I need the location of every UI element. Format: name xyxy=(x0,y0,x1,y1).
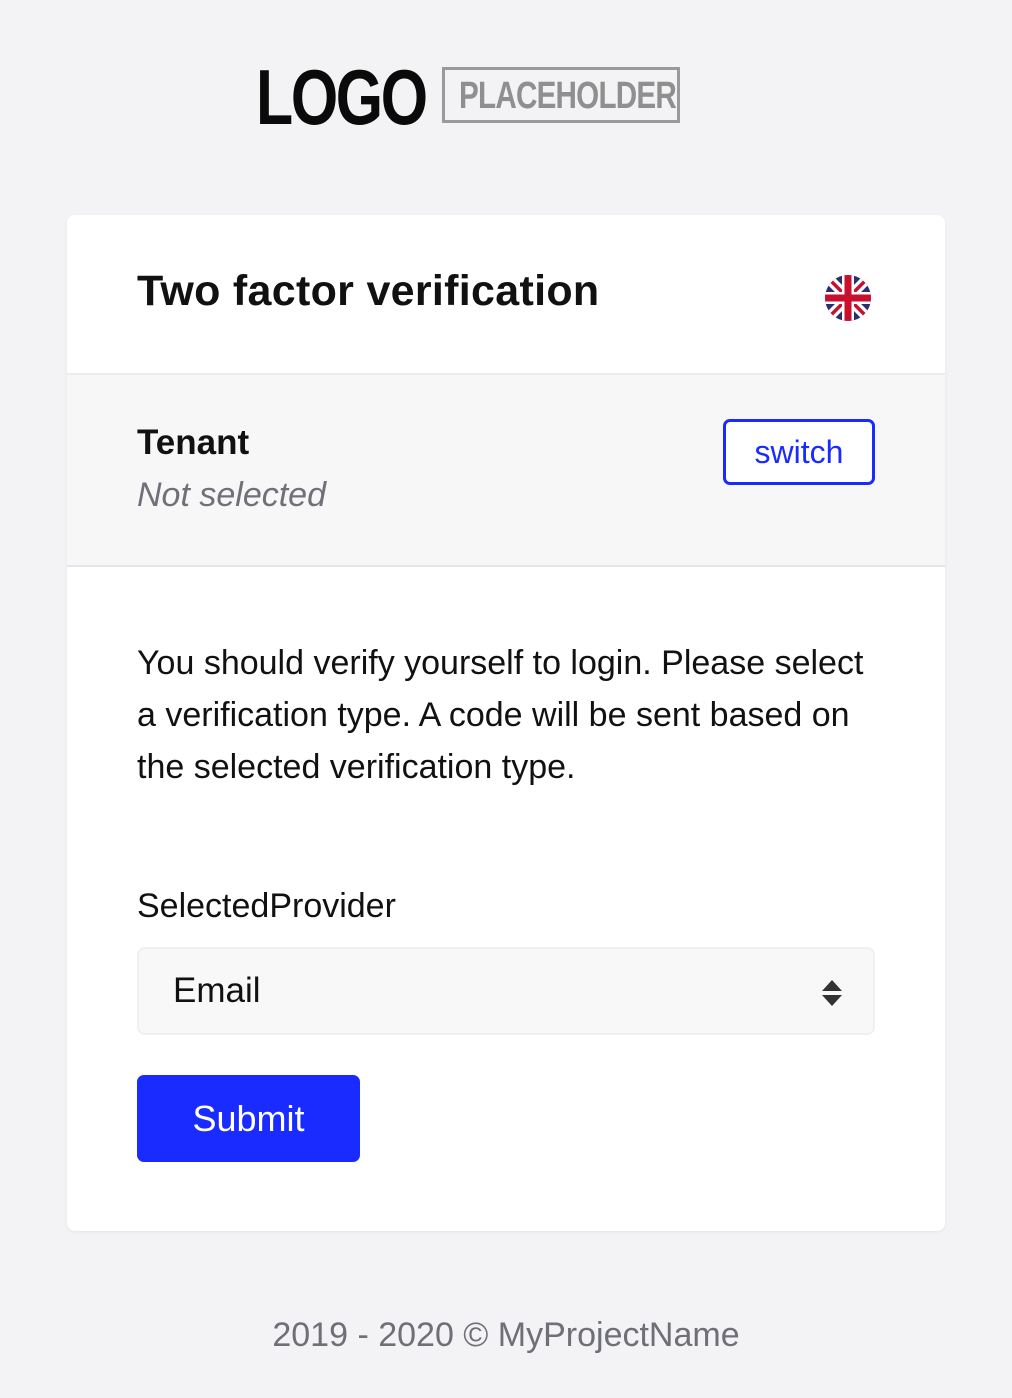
logo-sub-text: PLACEHOLDER xyxy=(459,75,677,117)
logo-placeholder-box: PLACEHOLDER xyxy=(442,67,680,123)
page-title: Two factor verification xyxy=(137,267,600,315)
card-header: Two factor verification xyxy=(67,215,945,375)
provider-label: SelectedProvider xyxy=(137,887,396,925)
verification-description: You should verify yourself to login. Ple… xyxy=(137,644,864,786)
sort-arrows-icon xyxy=(822,980,842,1006)
tenant-value: Not selected xyxy=(137,476,326,514)
tenant-label: Tenant xyxy=(137,423,250,462)
provider-select[interactable]: Email xyxy=(137,947,875,1035)
logo: LOGO PLACEHOLDER xyxy=(256,53,688,141)
logo-main-text: LOGO xyxy=(256,53,428,141)
provider-select-value: Email xyxy=(173,971,261,1010)
uk-flag-icon[interactable] xyxy=(824,274,872,322)
submit-button[interactable]: Submit xyxy=(137,1075,360,1162)
tenant-section: Tenant Not selected switch xyxy=(67,375,945,567)
verification-card: Two factor verification Tenant Not selec… xyxy=(67,215,945,1231)
footer-copyright: 2019 - 2020 © MyProjectName xyxy=(272,1316,740,1354)
switch-tenant-button[interactable]: switch xyxy=(723,419,875,485)
